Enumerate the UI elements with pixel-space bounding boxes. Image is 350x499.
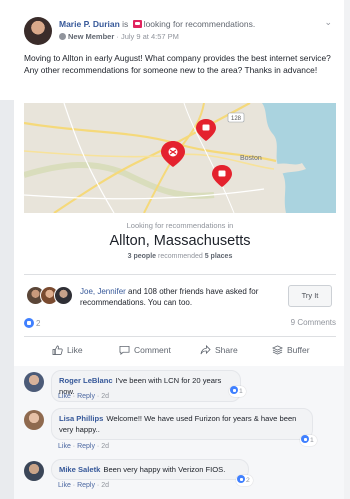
commenter-name[interactable]: Mike Saletk	[59, 465, 100, 474]
reaction-counts: 2 9 Comments	[24, 318, 336, 332]
post-header: Marie P. Durian is looking for recommend…	[24, 17, 334, 47]
map-city-label: Boston	[240, 155, 262, 162]
try-it-button[interactable]: Try It	[288, 285, 332, 307]
rec-city[interactable]: Allton, Massachusetts	[24, 233, 336, 249]
post-meta: New Member · July 9 at 4:57 PM	[59, 32, 179, 41]
post-actions: Like Comment Share Buffer	[24, 341, 336, 363]
recommendation-summary: Looking for recommendations in Allton, M…	[24, 213, 336, 267]
recommendations-map[interactable]: 128 Boston	[24, 103, 336, 213]
comment-bubble: Lisa Phillips Welcome!! We have used Furi…	[51, 408, 313, 440]
thumbs-up-icon	[52, 345, 63, 355]
rec-recommended-word: recommended	[158, 253, 203, 260]
comment-reply-link[interactable]: Reply	[77, 393, 95, 400]
post-timestamp[interactable]: · July 9 at 4:57 PM	[116, 32, 179, 41]
comment-reactions[interactable]: 1	[229, 386, 246, 397]
author-name[interactable]: Marie P. Durian	[59, 19, 120, 29]
comment-reaction-count: 1	[310, 437, 314, 444]
comment-button[interactable]: Comment	[119, 345, 171, 355]
comment-reactions[interactable]: 1	[300, 435, 317, 446]
new-member-badge-icon	[59, 33, 66, 40]
like-reaction-icon	[237, 475, 245, 483]
post-text: Moving to Allton in early August! What c…	[24, 53, 331, 75]
buffer-label: Buffer	[287, 345, 310, 355]
post-card: Marie P. Durian is looking for recommend…	[14, 0, 344, 499]
comment-text: Been very happy with Verizon FIOS.	[103, 465, 226, 474]
like-label: Like	[67, 345, 83, 355]
comment-label: Comment	[134, 345, 171, 355]
comment-reply-link[interactable]: Reply	[77, 443, 95, 450]
comment-like-link[interactable]: Like	[58, 393, 71, 400]
friends-text: Joe, Jennifer and 108 other friends have…	[80, 286, 270, 308]
like-count[interactable]: 2	[24, 318, 40, 328]
comment-icon	[119, 345, 130, 355]
recommendation-flag-icon	[132, 20, 142, 28]
comments-section: Roger LeBlanc I've been with LCN for 20 y…	[14, 366, 344, 499]
rec-stats: 3 people recommended 5 places	[24, 253, 336, 260]
buffer-icon	[272, 345, 283, 355]
comments-count[interactable]: 9 Comments	[291, 318, 336, 327]
page-background-right	[344, 0, 350, 499]
chevron-down-icon[interactable]: ⌄	[324, 17, 332, 28]
comment-age[interactable]: 2d	[101, 393, 109, 400]
rec-kicker: Looking for recommendations in	[126, 221, 234, 230]
map-graphic: 128 Boston	[24, 103, 336, 213]
author-avatar[interactable]	[24, 17, 52, 45]
like-reaction-icon	[230, 386, 238, 394]
comment-meta: Like · Reply · 2d	[58, 393, 110, 400]
share-icon	[200, 345, 211, 355]
commenter-avatar[interactable]	[24, 372, 44, 392]
rec-people-count: 3 people	[127, 253, 157, 260]
share-button[interactable]: Share	[200, 345, 238, 355]
like-reaction-icon	[24, 318, 34, 328]
commenter-name[interactable]: Roger LeBlanc	[59, 376, 113, 385]
friend-avatar[interactable]	[54, 286, 73, 305]
like-button[interactable]: Like	[52, 345, 83, 355]
divider	[24, 336, 336, 337]
commenter-avatar[interactable]	[24, 461, 44, 481]
friends-prompt: Joe, Jennifer and 108 other friends have…	[24, 280, 336, 312]
buffer-button[interactable]: Buffer	[272, 345, 310, 355]
activity-text: looking for recommendations.	[143, 19, 256, 29]
route-label: 128	[231, 116, 242, 122]
comment-reaction-count: 1	[239, 388, 243, 395]
comment-like-link[interactable]: Like	[58, 482, 71, 489]
comment-age[interactable]: 2d	[101, 443, 109, 450]
rec-places-count: 5 places	[204, 253, 233, 260]
page-background-left	[0, 100, 14, 499]
comment-meta: Like · Reply · 2d	[58, 482, 110, 489]
divider	[24, 274, 336, 275]
share-label: Share	[215, 345, 238, 355]
comment-reaction-count: 2	[246, 477, 250, 484]
comment-reply-link[interactable]: Reply	[77, 482, 95, 489]
like-count-value: 2	[36, 319, 41, 328]
new-member-badge: New Member	[68, 32, 115, 41]
commenter-avatar[interactable]	[24, 410, 44, 430]
comment-reactions[interactable]: 2	[236, 475, 253, 486]
like-reaction-icon	[301, 435, 309, 443]
author-line: Marie P. Durian is looking for recommend…	[59, 19, 255, 29]
commenter-name[interactable]: Lisa Phillips	[59, 414, 103, 423]
friends-names[interactable]: Joe, Jennifer	[80, 287, 126, 296]
is-word: is	[122, 19, 129, 29]
comment-bubble: Mike Saletk Been very happy with Verizon …	[51, 459, 249, 480]
comment-meta: Like · Reply · 2d	[58, 443, 110, 450]
comment-like-link[interactable]: Like	[58, 443, 71, 450]
comment-age[interactable]: 2d	[101, 482, 109, 489]
